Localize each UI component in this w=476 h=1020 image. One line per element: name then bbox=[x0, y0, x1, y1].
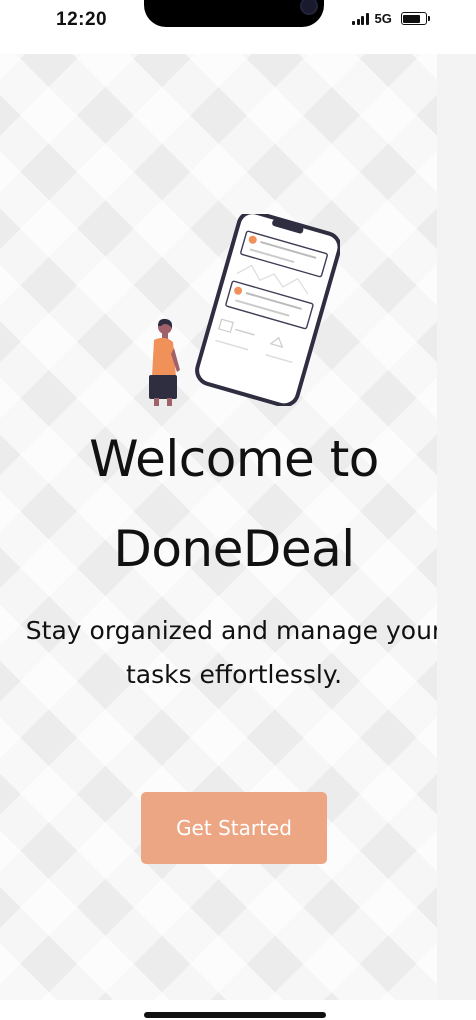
network-type: 5G bbox=[374, 11, 392, 26]
battery-icon bbox=[400, 12, 430, 25]
welcome-title: Welcome to DoneDeal bbox=[89, 430, 379, 578]
status-indicators: 5G bbox=[352, 11, 430, 26]
signal-bars-icon bbox=[352, 12, 369, 25]
status-bar: 12:20 5G bbox=[0, 0, 476, 54]
camera-icon bbox=[300, 0, 318, 15]
welcome-screen: Welcome to DoneDeal Stay organized and m… bbox=[0, 54, 437, 1000]
home-indicator[interactable] bbox=[144, 1012, 326, 1018]
welcome-subtitle: Stay organized and manage your tasks eff… bbox=[25, 616, 437, 689]
person-with-phone-illustration bbox=[149, 214, 340, 406]
get-started-button[interactable]: Get Started bbox=[141, 792, 327, 864]
dynamic-island bbox=[144, 0, 324, 27]
status-time: 12:20 bbox=[56, 9, 108, 30]
screen-edge bbox=[437, 54, 476, 1000]
